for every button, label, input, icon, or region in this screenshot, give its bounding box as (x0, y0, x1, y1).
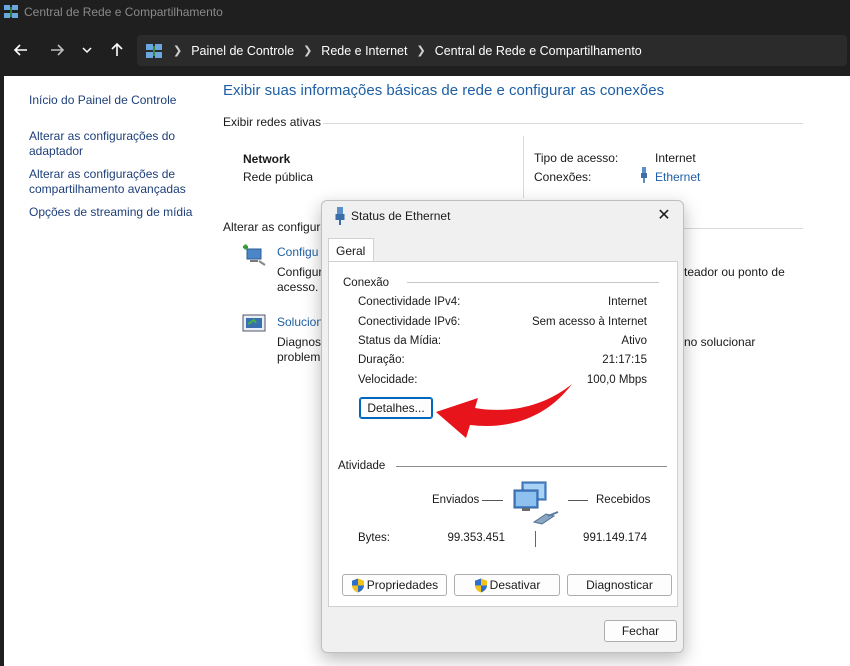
ipv6-label: Conectividade IPv6: (358, 316, 461, 328)
speed-value: 100,0 Mbps (586, 374, 647, 386)
disable-button-label: Desativar (489, 578, 541, 592)
speed-label: Velocidade: (358, 374, 418, 386)
properties-button[interactable]: Propriedades (342, 574, 447, 596)
active-networks-label: Exibir redes ativas (223, 115, 322, 129)
diagnose-button[interactable]: Diagnosticar (567, 574, 672, 596)
ethernet-icon (641, 167, 647, 183)
media-status-label: Status da Mídia: (358, 335, 442, 347)
bytes-received-value: 991.149.174 (583, 532, 647, 544)
setup-description-right: teador ou ponto de (684, 265, 785, 279)
breadcrumb-rede-internet[interactable]: Rede e Internet (321, 44, 407, 58)
ipv4-label: Conectividade IPv4: (358, 296, 461, 308)
connections-label: Conexões: (534, 170, 592, 184)
bytes-divider (535, 531, 536, 547)
connection-section-label: Conexão (343, 277, 390, 289)
divider (396, 466, 667, 467)
sidebar: Início do Painel de Controle Alterar as … (29, 93, 209, 228)
window-title: Central de Rede e Compartilhamento (24, 5, 223, 19)
network-type: Rede pública (243, 170, 314, 184)
sidebar-item-adapter-line1: Alterar as configurações do (29, 129, 176, 143)
sidebar-item-sharing[interactable]: Alterar as configurações de compartilham… (29, 167, 209, 197)
activity-section-label: Atividade (338, 460, 386, 472)
page-title: Exibir suas informações básicas de rede … (223, 82, 665, 99)
troubleshoot-icon (242, 314, 266, 332)
access-type-label: Tipo de acesso: (534, 151, 619, 165)
network-activity-icon (513, 481, 559, 525)
address-bar[interactable]: ❯ Painel de Controle ❯ Rede e Internet ❯… (137, 35, 847, 66)
divider (407, 282, 659, 283)
ipv4-value: Internet (608, 296, 647, 308)
properties-button-label: Propriedades (366, 578, 439, 592)
access-type-value: Internet (655, 151, 696, 165)
control-panel-icon (146, 43, 162, 58)
change-settings-label: Alterar as configura (223, 220, 328, 234)
network-center-icon (4, 5, 18, 18)
received-line (568, 500, 588, 501)
troubleshoot-description-right: no solucionar (684, 335, 756, 349)
forward-button[interactable] (42, 35, 72, 65)
setup-connection-link[interactable]: Configu (277, 245, 318, 259)
recent-locations-button[interactable] (72, 35, 102, 65)
breadcrumb-painel[interactable]: Painel de Controle (191, 44, 294, 58)
sidebar-item-home[interactable]: Início do Painel de Controle (29, 93, 209, 108)
ethernet-icon (335, 207, 345, 225)
sidebar-item-adapter[interactable]: Alterar as configurações do adaptador (29, 129, 209, 159)
ethernet-connection-link[interactable]: Ethernet (655, 170, 700, 184)
network-name: Network (243, 152, 291, 166)
dialog-title: Status de Ethernet (351, 209, 451, 223)
arrow-right-icon (51, 44, 65, 56)
breadcrumb-central[interactable]: Central de Rede e Compartilhamento (435, 44, 642, 58)
troubleshoot-description-line2: problem (277, 350, 321, 364)
chevron-right-icon: ❯ (416, 45, 426, 57)
up-button[interactable] (102, 35, 132, 65)
duration-value: 21:17:15 (602, 354, 647, 366)
sidebar-item-sharing-line1: Alterar as configurações de (29, 167, 176, 181)
setup-description-line1: Configur (277, 265, 323, 279)
chevron-right-icon: ❯ (173, 45, 183, 57)
close-icon[interactable]: ✕ (654, 206, 674, 226)
vertical-divider (523, 136, 524, 198)
sidebar-item-adapter-line2: adaptador (29, 144, 84, 158)
sidebar-item-sharing-line2: compartilhamento avançadas (29, 182, 186, 196)
tab-geral[interactable]: Geral (328, 238, 374, 262)
details-button[interactable]: Detalhes... (359, 397, 433, 419)
troubleshoot-link[interactable]: Solucion (277, 315, 323, 329)
duration-label: Duração: (358, 354, 405, 366)
uac-shield-icon (474, 578, 487, 592)
troubleshoot-description-line1: Diagnos (277, 335, 322, 349)
setup-description-line2: acesso. (277, 280, 319, 294)
navigation-bar: ❯ Painel de Controle ❯ Rede e Internet ❯… (0, 24, 850, 76)
ipv6-value: Sem acesso à Internet (531, 316, 647, 328)
title-bar: Central de Rede e Compartilhamento (0, 0, 850, 24)
divider (684, 228, 803, 229)
sent-line (482, 500, 503, 501)
chevron-down-icon (82, 47, 92, 54)
media-status-value: Ativo (621, 335, 647, 347)
red-arrow-annotation (436, 384, 572, 438)
divider (323, 123, 803, 124)
close-button[interactable]: Fechar (604, 620, 677, 642)
back-button[interactable] (6, 35, 36, 65)
sidebar-item-streaming[interactable]: Opções de streaming de mídia (29, 205, 209, 220)
bytes-sent-value: 99.353.451 (447, 532, 505, 544)
bytes-label: Bytes: (358, 532, 390, 544)
arrow-up-icon (111, 42, 123, 56)
new-connection-icon (243, 244, 266, 266)
disable-button[interactable]: Desativar (454, 574, 560, 596)
arrow-left-icon (13, 44, 27, 56)
uac-shield-icon (351, 578, 364, 592)
received-label: Recebidos (596, 494, 651, 506)
chevron-right-icon: ❯ (303, 45, 313, 57)
sent-label: Enviados (432, 494, 480, 506)
